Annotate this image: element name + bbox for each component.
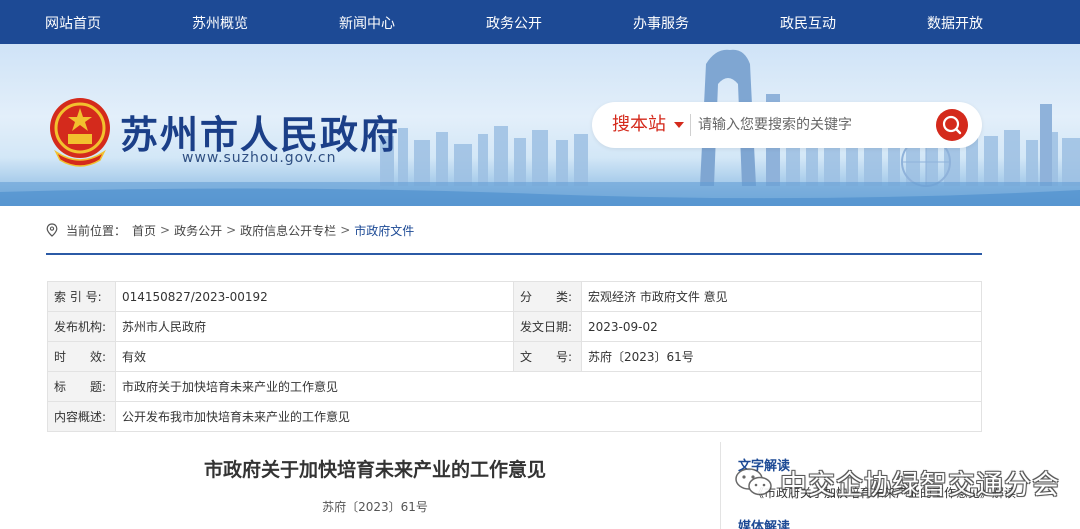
- validity-value: 有效: [115, 341, 514, 372]
- date-label: 发文日期:: [513, 311, 582, 342]
- sidebar-divider: [720, 442, 721, 529]
- docno-label: 文 号:: [513, 341, 582, 372]
- article-doc-number: 苏府〔2023〕61号: [322, 500, 428, 514]
- breadcrumb-home[interactable]: 首页: [132, 222, 156, 239]
- nav-services[interactable]: 办事服务: [633, 0, 689, 44]
- docno-value: 苏府〔2023〕61号: [581, 341, 982, 372]
- index-label: 索 引 号:: [47, 281, 116, 312]
- top-nav: 网站首页 苏州概览 新闻中心 政务公开 办事服务 政民互动 数据开放: [0, 0, 1080, 44]
- media-interpretation-heading: 媒体解读: [738, 520, 791, 529]
- search-icon: [942, 115, 962, 135]
- wechat-logo-icon: [735, 468, 772, 496]
- breadcrumb-underline: [46, 253, 982, 255]
- search-button[interactable]: [936, 109, 968, 141]
- search-scope-dropdown[interactable]: 搜本站: [612, 102, 684, 148]
- site-url: www.suzhou.gov.cn: [182, 150, 337, 166]
- nav-overview[interactable]: 苏州概览: [192, 0, 248, 44]
- title-label: 标 题:: [47, 371, 116, 402]
- category-value: 宏观经济 市政府文件 意见: [581, 281, 982, 312]
- nav-interaction[interactable]: 政民互动: [780, 0, 836, 44]
- document-info-table: 索 引 号: 014150827/2023-00192 分 类: 宏观经济 市政…: [47, 281, 982, 432]
- nav-news[interactable]: 新闻中心: [339, 0, 395, 44]
- breadcrumb-separator: >: [226, 223, 237, 237]
- breadcrumb-gov-affairs[interactable]: 政务公开: [174, 222, 222, 239]
- watermark-text: 中交企协绿智交通分会: [780, 469, 1060, 501]
- breadcrumb-separator: >: [160, 223, 171, 237]
- table-row: 发布机构: 苏州市人民政府 发文日期: 2023-09-02: [47, 311, 982, 342]
- header-banner: 苏州市人民政府 www.suzhou.gov.cn 搜本站: [0, 44, 1080, 206]
- date-value: 2023-09-02: [581, 311, 982, 342]
- search-divider: [690, 114, 691, 136]
- caret-down-icon: [674, 122, 684, 128]
- article-title: 市政府关于加快培育未来产业的工作意见: [203, 459, 546, 481]
- summary-label: 内容概述:: [47, 401, 116, 432]
- title-value: 市政府关于加快培育未来产业的工作意见: [115, 371, 982, 402]
- breadcrumb-info-column[interactable]: 政府信息公开专栏: [240, 222, 336, 239]
- publisher-value: 苏州市人民政府: [115, 311, 514, 342]
- search-input[interactable]: [698, 110, 918, 140]
- validity-label: 时 效:: [47, 341, 116, 372]
- publisher-label: 发布机构:: [47, 311, 116, 342]
- table-row: 索 引 号: 014150827/2023-00192 分 类: 宏观经济 市政…: [47, 281, 982, 312]
- category-label: 分 类:: [513, 281, 582, 312]
- nav-home[interactable]: 网站首页: [45, 0, 101, 44]
- nav-open-data[interactable]: 数据开放: [927, 0, 983, 44]
- location-pin-icon: [46, 223, 58, 237]
- watermark: 中交企协绿智交通分会: [734, 462, 1060, 502]
- breadcrumb-city-docs[interactable]: 市政府文件: [354, 222, 414, 239]
- summary-value: 公开发布我市加快培育未来产业的工作意见: [115, 401, 982, 432]
- table-row: 内容概述: 公开发布我市加快培育未来产业的工作意见: [47, 401, 982, 432]
- search-box: 搜本站: [592, 102, 982, 148]
- breadcrumb-label: 当前位置：: [66, 223, 127, 238]
- index-value: 014150827/2023-00192: [115, 281, 514, 312]
- table-row: 时 效: 有效 文 号: 苏府〔2023〕61号: [47, 341, 982, 372]
- table-row: 标 题: 市政府关于加快培育未来产业的工作意见: [47, 371, 982, 402]
- breadcrumb: 当前位置： 首页 > 政务公开 > 政府信息公开专栏 > 市政府文件: [46, 218, 414, 242]
- national-emblem-icon: [50, 98, 110, 167]
- search-scope-label: 搜本站: [612, 114, 666, 135]
- breadcrumb-separator: >: [340, 223, 351, 237]
- nav-gov-affairs[interactable]: 政务公开: [486, 0, 542, 44]
